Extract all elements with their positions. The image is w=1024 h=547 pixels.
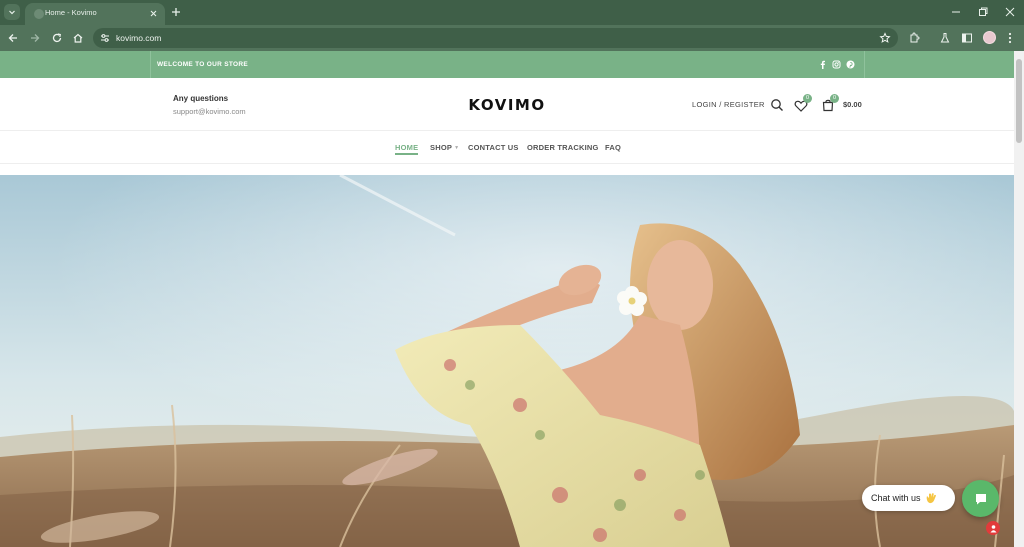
address-bar[interactable]: kovimo.com <box>93 28 898 48</box>
scrollbar-thumb[interactable] <box>1016 59 1022 143</box>
tab-search-button[interactable] <box>4 4 20 20</box>
minimize-button[interactable] <box>950 6 962 18</box>
tab-close-button[interactable] <box>148 8 158 18</box>
site-logo[interactable]: KOVIMO <box>0 96 1014 114</box>
cart-total[interactable]: $0.00 <box>843 100 862 109</box>
home-button[interactable] <box>72 32 84 44</box>
main-navigation: HOME SHOP ▼ CONTACT US ORDER TRACKING FAQ <box>0 131 1014 164</box>
browser-toolbar: kovimo.com <box>0 25 1024 51</box>
chat-label: Chat with us <box>871 493 921 503</box>
page-viewport: WELCOME TO OUR STORE Any questions suppo… <box>0 51 1024 547</box>
notification-badge-icon[interactable] <box>986 521 1000 535</box>
facebook-icon[interactable] <box>818 60 827 69</box>
login-register-link[interactable]: LOGIN / REGISTER <box>692 100 765 109</box>
reload-button[interactable] <box>51 32 63 44</box>
nav-item-home[interactable]: HOME <box>395 143 418 152</box>
browser-tab-active[interactable]: Home - Kovimo <box>25 3 165 25</box>
site-settings-icon[interactable] <box>99 32 111 44</box>
bookmark-star-icon[interactable] <box>879 32 891 44</box>
instagram-icon[interactable] <box>832 60 841 69</box>
chevron-down-icon <box>9 10 15 15</box>
cart-count-badge: 0 <box>830 94 839 103</box>
close-window-button[interactable] <box>1004 6 1016 18</box>
chat-with-us-bubble[interactable]: Chat with us <box>862 485 955 511</box>
tab-title: Home - Kovimo <box>45 8 97 17</box>
hero-banner-image <box>0 175 1014 547</box>
close-icon <box>150 10 156 16</box>
new-tab-button[interactable] <box>170 6 182 18</box>
chat-launcher-button[interactable] <box>962 480 999 517</box>
site-favicon-icon <box>34 9 44 19</box>
side-panel-icon[interactable] <box>961 32 973 44</box>
back-button[interactable] <box>7 32 19 44</box>
nav-item-faq[interactable]: FAQ <box>605 143 621 152</box>
more-menu-icon[interactable] <box>1005 32 1015 44</box>
site-header: Any questions support@kovimo.com KOVIMO … <box>0 78 1014 131</box>
person-icon <box>990 524 996 532</box>
waving-hand-icon <box>926 493 936 504</box>
wishlist-count-badge: 0 <box>803 94 812 103</box>
restore-button[interactable] <box>977 6 989 18</box>
page-scrollbar[interactable] <box>1014 51 1024 547</box>
pinterest-icon[interactable] <box>846 60 855 69</box>
welcome-text: WELCOME TO OUR STORE <box>157 61 248 68</box>
labs-flask-icon[interactable] <box>939 32 951 44</box>
topbar-divider <box>864 51 865 78</box>
url-text: kovimo.com <box>116 33 162 43</box>
search-icon[interactable] <box>770 98 784 112</box>
nav-item-shop-label: SHOP <box>430 143 453 152</box>
store-topbar: WELCOME TO OUR STORE <box>0 51 1014 78</box>
nav-item-order-tracking[interactable]: ORDER TRACKING <box>527 143 599 152</box>
nav-item-contact-us[interactable]: CONTACT US <box>468 143 519 152</box>
chevron-down-icon: ▼ <box>454 145 460 152</box>
chat-icon <box>975 493 986 504</box>
welcome-block: WELCOME TO OUR STORE <box>150 51 248 78</box>
forward-button[interactable] <box>29 32 41 44</box>
profile-avatar[interactable] <box>983 31 996 44</box>
hero-photo <box>0 175 1014 547</box>
nav-active-underline <box>395 153 418 155</box>
nav-item-shop[interactable]: SHOP ▼ <box>430 143 459 152</box>
extensions-icon[interactable] <box>908 32 920 44</box>
browser-tabstrip: Home - Kovimo <box>0 0 1024 25</box>
